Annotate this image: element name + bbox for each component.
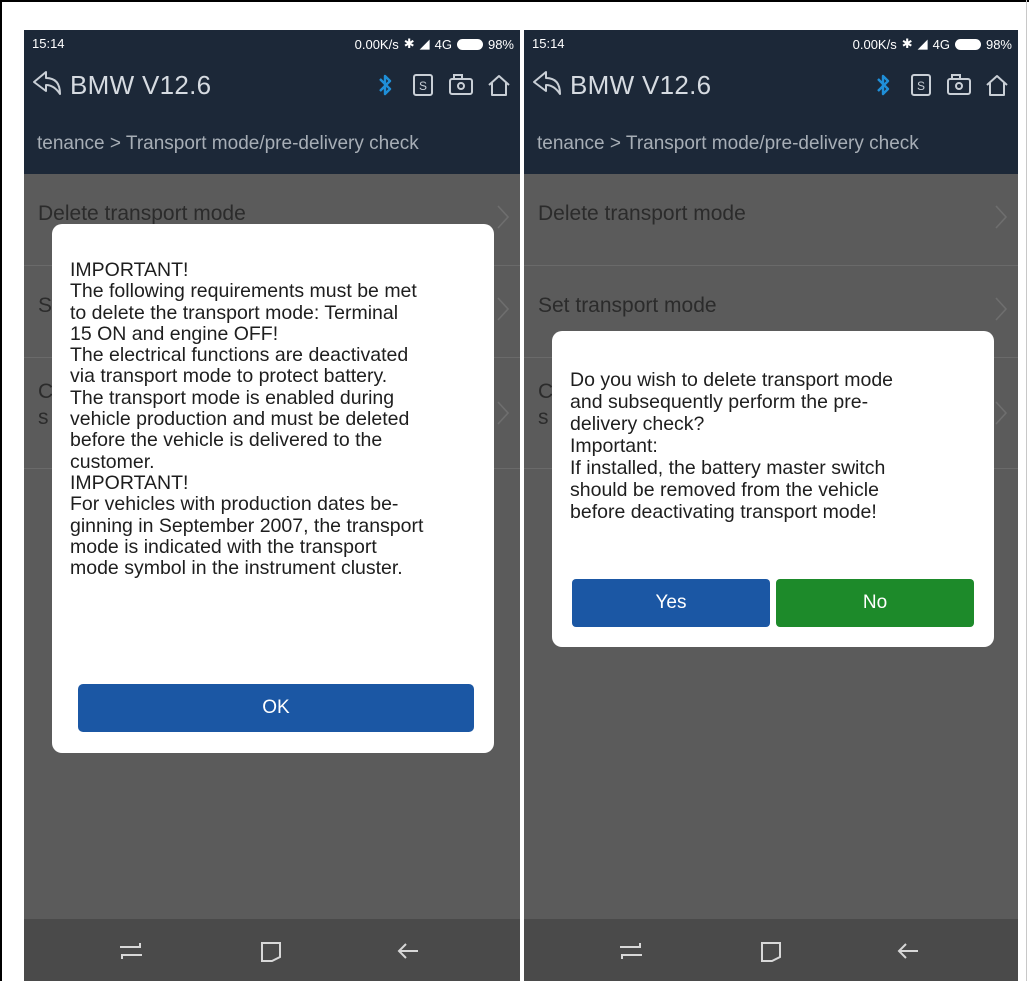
- list-item-label-line2: s: [38, 406, 49, 429]
- phone-screen-right: 15:14 0.00K/s ✱ ◢ 4G 98% BMW V12.6 S ten…: [524, 30, 1018, 981]
- confirm-dialog: Do you wish to delete transport mode and …: [552, 331, 994, 647]
- dialog-line: 15 ON and engine OFF!: [70, 322, 279, 345]
- chevron-right-icon: [497, 205, 510, 229]
- home-icon[interactable]: [984, 72, 1010, 98]
- signal-bars-icon: ◢: [419, 36, 430, 51]
- camera-icon[interactable]: [448, 72, 474, 98]
- network-type: 4G: [932, 36, 950, 52]
- network-speed: 0.00K/s: [852, 36, 897, 52]
- breadcrumb: tenance > Transport mode/pre-delivery ch…: [24, 114, 520, 174]
- dialog-line: should be removed from the vehicle: [570, 479, 879, 501]
- app-bar: BMW V12.6 S: [24, 58, 520, 114]
- bluetooth-status-icon: ✱: [901, 36, 913, 51]
- dialog-line: delivery check?: [570, 413, 705, 435]
- battery-icon: [456, 38, 483, 50]
- dialog-line: via transport mode to protect battery.: [70, 365, 388, 388]
- list-item-delete-transport-mode[interactable]: Delete transport mode: [524, 174, 1018, 266]
- chevron-right-icon: [995, 205, 1008, 229]
- frame-left-border: [0, 0, 2, 981]
- signal-bars-icon: ◢: [917, 36, 928, 51]
- status-time: 15:14: [32, 36, 65, 51]
- system-nav-bar: [24, 919, 520, 981]
- dialog-line: before deactivating transport mode!: [570, 501, 877, 523]
- dialog-line: and subsequently perform the pre-: [570, 391, 869, 413]
- dialog-line: For vehicles with production dates be-: [70, 493, 399, 516]
- back-icon[interactable]: [530, 68, 566, 100]
- dialog-line: vehicle production and must be deleted: [70, 408, 410, 431]
- no-button[interactable]: No: [776, 579, 974, 627]
- recent-apps-icon[interactable]: [118, 939, 144, 963]
- app-bar-actions: S: [870, 72, 1010, 98]
- back-icon[interactable]: [30, 68, 66, 100]
- svg-text:S: S: [419, 79, 427, 93]
- phone-screen-left: 15:14 0.00K/s ✱ ◢ 4G 98% BMW V12.6 S ten…: [24, 30, 520, 981]
- frame-top-border: [0, 0, 1029, 2]
- overview-icon[interactable]: [258, 939, 284, 963]
- dialog-line: If installed, the battery master switch: [570, 457, 886, 479]
- chevron-right-icon: [497, 401, 510, 425]
- battery-icon: [954, 38, 981, 50]
- recent-apps-icon[interactable]: [618, 939, 644, 963]
- frame-right-border: [1026, 0, 1027, 981]
- list-item-label: C: [38, 380, 54, 403]
- status-bar: 15:14 0.00K/s ✱ ◢ 4G 98%: [24, 30, 520, 58]
- svg-text:S: S: [917, 79, 925, 93]
- app-title: BMW V12.6: [70, 70, 212, 100]
- app-bar: BMW V12.6 S: [524, 58, 1018, 114]
- report-icon[interactable]: S: [410, 72, 436, 98]
- dialog-line: mode symbol in the instrument cluster.: [70, 557, 403, 580]
- list-item-label-line2: s: [538, 406, 549, 429]
- chevron-right-icon: [995, 297, 1008, 321]
- list-item-label: Delete transport mode: [38, 202, 246, 225]
- dialog-line: The transport mode is enabled during: [70, 386, 395, 409]
- list-item-label: S: [38, 294, 53, 317]
- dialog-line: Do you wish to delete transport mode: [570, 369, 894, 391]
- dialog-line: IMPORTANT!: [70, 259, 189, 281]
- network-type: 4G: [434, 36, 452, 52]
- dialog-line: mode is indicated with the transport: [70, 535, 377, 558]
- bluetooth-status-icon: ✱: [403, 36, 415, 51]
- dialog-message: IMPORTANT! The following requirements mus…: [70, 259, 480, 580]
- report-icon[interactable]: S: [908, 72, 934, 98]
- status-time: 15:14: [532, 36, 565, 51]
- app-title: BMW V12.6: [570, 70, 712, 100]
- back-nav-icon[interactable]: [396, 939, 422, 963]
- ok-button[interactable]: OK: [78, 684, 474, 732]
- list-item-label: Delete transport mode: [538, 202, 746, 225]
- bluetooth-icon[interactable]: [372, 72, 398, 98]
- camera-icon[interactable]: [946, 72, 972, 98]
- dialog-line: The following requirements must be met: [70, 280, 417, 303]
- dialog-line: customer.: [70, 450, 155, 473]
- chevron-right-icon: [995, 401, 1008, 425]
- dialog-line: The electrical functions are deactivated: [70, 344, 409, 367]
- dialog-line: before the vehicle is delivered to the: [70, 429, 383, 452]
- breadcrumb: tenance > Transport mode/pre-delivery ch…: [524, 114, 1018, 174]
- status-indicators: 0.00K/s ✱ ◢ 4G 98%: [355, 36, 514, 52]
- status-bar: 15:14 0.00K/s ✱ ◢ 4G 98%: [524, 30, 1018, 58]
- list-item-label: Set transport mode: [538, 294, 717, 317]
- bluetooth-icon[interactable]: [870, 72, 896, 98]
- overview-icon[interactable]: [758, 939, 784, 963]
- system-nav-bar: [524, 919, 1018, 981]
- important-dialog: IMPORTANT! The following requirements mus…: [52, 224, 494, 753]
- app-bar-actions: S: [372, 72, 512, 98]
- yes-button[interactable]: Yes: [572, 579, 770, 627]
- dialog-line: ginning in September 2007, the transport: [70, 514, 424, 537]
- battery-percent: 98%: [985, 36, 1012, 52]
- back-nav-icon[interactable]: [896, 939, 922, 963]
- dialog-message: Do you wish to delete transport mode and …: [570, 369, 980, 523]
- dialog-line: Important:: [570, 435, 658, 457]
- status-indicators: 0.00K/s ✱ ◢ 4G 98%: [853, 36, 1012, 52]
- battery-percent: 98%: [487, 36, 514, 52]
- home-icon[interactable]: [486, 72, 512, 98]
- network-speed: 0.00K/s: [354, 36, 399, 52]
- dialog-line: to delete the transport mode: Terminal: [70, 301, 399, 324]
- chevron-right-icon: [497, 297, 510, 321]
- dialog-line: IMPORTANT!: [70, 471, 189, 494]
- list-item-label: C: [538, 380, 554, 403]
